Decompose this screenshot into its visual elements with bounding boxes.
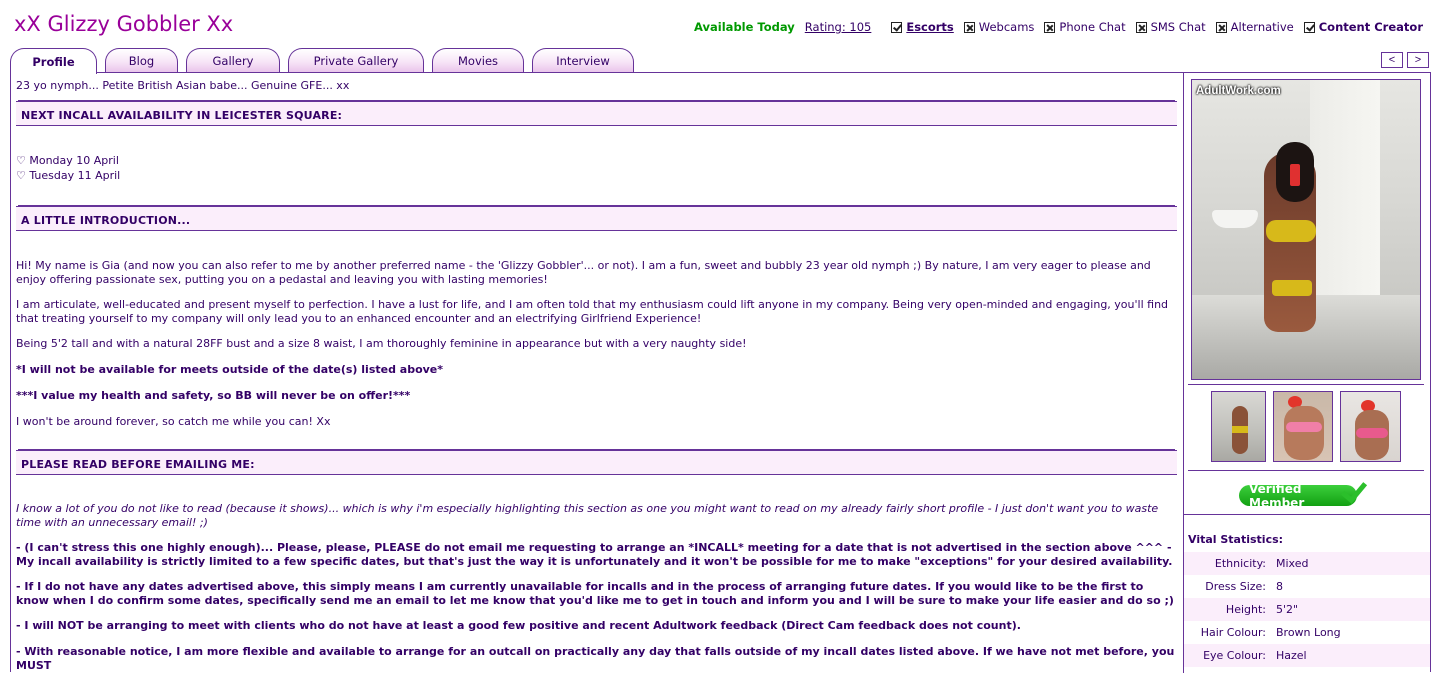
cross-icon (1215, 21, 1227, 33)
vital-stats-table: Ethnicity: Mixed Dress Size: 8 Height: 5'2"… (1184, 552, 1430, 667)
intro-notice: *I will not be available for meets outsi… (16, 363, 444, 376)
intro-notice: ***I value my health and safety, so BB w… (16, 389, 411, 402)
tab-movies[interactable]: Movies (432, 48, 524, 73)
availability-date: ♡ Tuesday 11 April (16, 169, 121, 182)
tab-gallery[interactable]: Gallery (186, 48, 280, 73)
prev-profile-button[interactable]: < (1381, 52, 1403, 68)
tab-private-gallery[interactable]: Private Gallery (288, 48, 424, 73)
tab-blog[interactable]: Blog (105, 48, 178, 73)
service-phone-chat[interactable]: Phone Chat (1044, 20, 1126, 34)
next-profile-button[interactable]: > (1407, 52, 1429, 68)
vital-row: Ethnicity: Mixed (1184, 552, 1430, 575)
tab-profile[interactable]: Profile (10, 48, 97, 74)
photo-thumbnail[interactable] (1211, 391, 1266, 462)
service-webcams[interactable]: Webcams (963, 20, 1034, 34)
intro-paragraph: Hi! My name is Gia (and now you can also… (16, 259, 1151, 286)
read-first-rule: - With reasonable notice, I am more flex… (16, 645, 1175, 672)
intro-paragraph: I am articulate, well-educated and prese… (16, 298, 1169, 325)
profile-title: xX Glizzy Gobbler Xx (14, 12, 234, 36)
intro-paragraph: Being 5'2 tall and with a natural 28FF b… (16, 337, 747, 350)
verified-member-badge: Verified Member (1239, 482, 1357, 510)
profile-tagline: 23 yo nymph... Petite British Asian babe… (16, 79, 350, 92)
vital-row: Dress Size: 8 (1205, 580, 1283, 593)
availability-status: Available Today (694, 20, 795, 34)
section-heading-availability: NEXT INCALL AVAILABILITY IN LEICESTER SQ… (16, 101, 1177, 126)
profile-tabs: Profile Blog Gallery Private Gallery Mov… (10, 48, 642, 74)
divider (1184, 514, 1430, 515)
photo-thumbnail[interactable] (1273, 391, 1333, 462)
watermark-label: AdultWork.com (1196, 85, 1281, 97)
service-content-creator[interactable]: Content Creator (1303, 20, 1423, 34)
divider (1188, 384, 1424, 385)
profile-header: xX Glizzy Gobbler Xx Available Today Rat… (0, 0, 1440, 48)
section-heading-intro: A LITTLE INTRODUCTION... (16, 206, 1177, 231)
section-heading-read-first: PLEASE READ BEFORE EMAILING ME: (16, 450, 1177, 475)
read-first-rule: - (I can't stress this one highly enough… (16, 541, 1173, 568)
vital-row: Height: 5'2" (1184, 598, 1430, 621)
service-escorts[interactable]: Escorts (891, 20, 954, 34)
read-first-rule: - I will NOT be arranging to meet with c… (16, 619, 1021, 632)
service-nav: Available Today Rating: 105 Escorts Webc… (694, 20, 1423, 34)
cross-icon (963, 21, 975, 33)
check-icon (891, 21, 903, 33)
profile-pager: < > (1381, 52, 1429, 68)
cross-icon (1135, 21, 1147, 33)
read-first-paragraph: I know a lot of you do not like to read … (16, 502, 1159, 529)
intro-paragraph: I won't be around forever, so catch me w… (16, 415, 331, 428)
service-alternative[interactable]: Alternative (1215, 20, 1294, 34)
rating-link[interactable]: Rating: 105 (805, 20, 872, 34)
vital-stats-title: Vital Statistics: (1188, 533, 1284, 546)
availability-date: ♡ Monday 10 April (16, 154, 119, 167)
check-icon (1303, 21, 1315, 33)
divider (1188, 470, 1424, 471)
vital-row: Eye Colour: Hazel (1184, 644, 1430, 667)
vital-row: Hair Colour: Brown Long (1200, 626, 1341, 639)
cross-icon (1044, 21, 1056, 33)
read-first-rule: - If I do not have any dates advertised … (16, 580, 1174, 607)
main-profile-photo[interactable]: AdultWork.com (1191, 79, 1421, 380)
photo-thumbnail[interactable] (1340, 391, 1401, 462)
service-sms-chat[interactable]: SMS Chat (1135, 20, 1206, 34)
tab-interview[interactable]: Interview (532, 48, 634, 73)
